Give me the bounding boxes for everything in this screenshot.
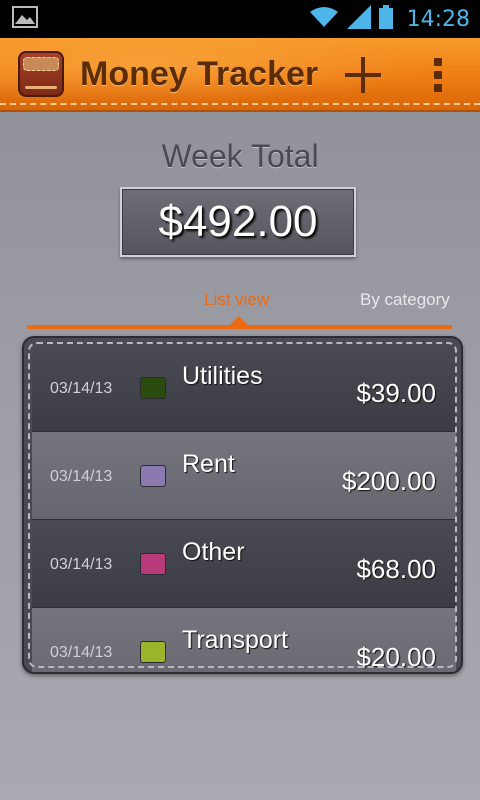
tab-underline: [27, 325, 452, 329]
action-bar: Money Tracker: [0, 38, 480, 112]
category-color-swatch: [140, 641, 166, 663]
expense-amount: $200.00: [342, 466, 436, 496]
category-color-swatch: [140, 377, 166, 399]
overflow-menu-icon: [434, 58, 442, 92]
expense-category: Other: [182, 538, 245, 566]
add-icon: [345, 57, 381, 93]
image-icon: [12, 5, 38, 33]
expense-category: Utilities: [182, 362, 263, 390]
category-color-swatch: [140, 465, 166, 487]
category-color-swatch: [140, 553, 166, 575]
status-bar: 14:28: [0, 0, 480, 38]
expense-date: 03/14/13: [50, 468, 113, 485]
expense-row-transport[interactable]: 03/14/13 Transport $20.00: [32, 608, 456, 672]
battery-icon: [378, 4, 393, 34]
expense-row-utilities[interactable]: 03/14/13 Utilities $39.00: [32, 344, 456, 432]
expense-date: 03/14/13: [50, 644, 113, 661]
expense-date: 03/14/13: [50, 556, 113, 573]
expense-amount: $39.00: [356, 378, 436, 408]
week-total-value: $492.00: [158, 197, 318, 246]
wallet-icon[interactable]: [18, 51, 64, 97]
add-expense-button[interactable]: [344, 56, 382, 94]
expense-row-rent[interactable]: 03/14/13 Rent $200.00: [32, 432, 456, 520]
app-title: Money Tracker: [80, 54, 319, 93]
expense-category: Rent: [182, 450, 235, 478]
expense-date: 03/14/13: [50, 380, 113, 397]
tab-by-category[interactable]: By category: [360, 290, 450, 310]
week-total-label: Week Total: [161, 138, 319, 174]
expense-list[interactable]: 03/14/13 Utilities $39.00 03/14/13 Rent …: [22, 336, 463, 674]
tab-list-view[interactable]: List view: [204, 290, 269, 310]
overflow-menu-button[interactable]: [428, 56, 448, 94]
expense-amount: $20.00: [356, 642, 436, 672]
wifi-icon: [309, 6, 339, 33]
expense-amount: $68.00: [356, 554, 436, 584]
expense-row-other[interactable]: 03/14/13 Other $68.00: [32, 520, 456, 608]
expense-category: Transport: [182, 626, 289, 654]
signal-icon: [346, 4, 371, 34]
status-icons: 14:28: [309, 4, 470, 34]
status-time: 14:28: [406, 6, 470, 32]
week-total-box: $492.00: [120, 187, 356, 257]
